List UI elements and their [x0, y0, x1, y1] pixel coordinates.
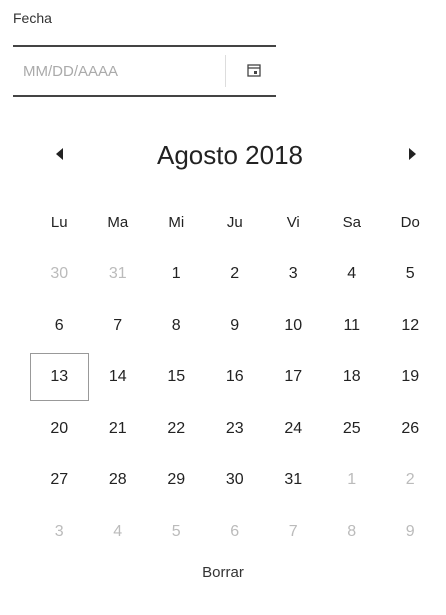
day-cell[interactable]: 6: [30, 302, 89, 350]
calendar-grid: Lu Ma Mi Ju Vi Sa Do 30 31 1 2 3 4 5 6 7 8 9 10 11 12…: [30, 197, 440, 558]
day-cell[interactable]: 22: [147, 405, 206, 453]
day-cell[interactable]: 9: [381, 508, 440, 556]
day-cell[interactable]: 29: [147, 456, 206, 504]
day-cell[interactable]: 8: [147, 302, 206, 350]
weekday-label: Ju: [226, 214, 243, 232]
day-cell[interactable]: 16: [206, 353, 265, 401]
day-cell[interactable]: 3: [264, 250, 323, 298]
day-cell[interactable]: 7: [89, 302, 148, 350]
day-cell[interactable]: 8: [323, 508, 382, 556]
day-cell[interactable]: 1: [323, 456, 382, 504]
day-cell[interactable]: 5: [381, 250, 440, 298]
day-cell[interactable]: 14: [89, 353, 148, 401]
week-row: 3456789: [30, 506, 440, 558]
date-input[interactable]: [13, 47, 223, 95]
day-cell[interactable]: 23: [206, 405, 265, 453]
day-cell[interactable]: 11: [323, 302, 382, 350]
day-cell[interactable]: 25: [323, 405, 382, 453]
week-row: 20 21 22 23 24 25 26: [30, 403, 440, 455]
input-divider: [225, 55, 226, 87]
day-cell[interactable]: 30: [206, 456, 265, 504]
week-row: 30 31 1 2 3 4 5: [30, 249, 440, 301]
day-cell[interactable]: 4: [89, 508, 148, 556]
week-row: 6 7 8 9 10 11 12: [30, 300, 440, 352]
weeks-container: 30 31 1 2 3 4 5 6 7 8 9 10 11 12 13 14 15 16 17 18 19 20 21 22 2…: [30, 249, 440, 558]
next-month-button[interactable]: [400, 144, 424, 168]
day-cell[interactable]: 3: [30, 508, 89, 556]
day-cell[interactable]: 7: [264, 508, 323, 556]
month-title: Agosto 2018: [156, 140, 303, 170]
calendar-header: Agosto 2018: [30, 132, 430, 182]
day-cell[interactable]: 30: [30, 250, 89, 298]
day-cell[interactable]: 10: [264, 302, 323, 350]
weekday-label: Lu: [50, 214, 68, 232]
day-cell[interactable]: 27: [30, 456, 89, 504]
weekday-label: Vi: [286, 214, 300, 232]
date-input-group: [13, 45, 276, 97]
weekday-label: Ma: [107, 214, 129, 232]
weekday-row: Lu Ma Mi Ju Vi Sa Do: [30, 197, 440, 249]
day-cell[interactable]: 15: [147, 353, 206, 401]
week-row: 13 14 15 16 17 18 19: [30, 352, 440, 404]
clear-button[interactable]: Borrar: [0, 564, 446, 581]
day-cell[interactable]: 12: [381, 302, 440, 350]
day-cell[interactable]: 6: [206, 508, 265, 556]
calendar-icon: [247, 63, 261, 82]
day-cell[interactable]: 20: [30, 405, 89, 453]
day-cell[interactable]: 9: [206, 302, 265, 350]
calendar-toggle-button[interactable]: [239, 57, 269, 87]
weekday-label: Mi: [168, 214, 185, 232]
day-cell[interactable]: 2: [381, 456, 440, 504]
day-cell[interactable]: 31: [89, 250, 148, 298]
day-cell[interactable]: 1: [147, 250, 206, 298]
day-cell[interactable]: 21: [89, 405, 148, 453]
day-cell[interactable]: 2: [206, 250, 265, 298]
day-cell[interactable]: 24: [264, 405, 323, 453]
weekday-label: Do: [400, 214, 420, 232]
day-cell[interactable]: 17: [264, 353, 323, 401]
week-row: 27 28 29 30 31 1 2: [30, 455, 440, 507]
day-cell[interactable]: 26: [381, 405, 440, 453]
day-cell[interactable]: 31: [264, 456, 323, 504]
field-label: Fecha: [13, 10, 52, 26]
day-cell[interactable]: 5: [147, 508, 206, 556]
day-cell[interactable]: 28: [89, 456, 148, 504]
day-cell[interactable]: 19: [381, 353, 440, 401]
day-cell[interactable]: 18: [323, 353, 382, 401]
day-cell-today[interactable]: 13: [30, 353, 89, 402]
weekday-label: Sa: [342, 214, 361, 232]
triangle-right-icon: [407, 147, 417, 165]
day-cell[interactable]: 4: [323, 250, 382, 298]
